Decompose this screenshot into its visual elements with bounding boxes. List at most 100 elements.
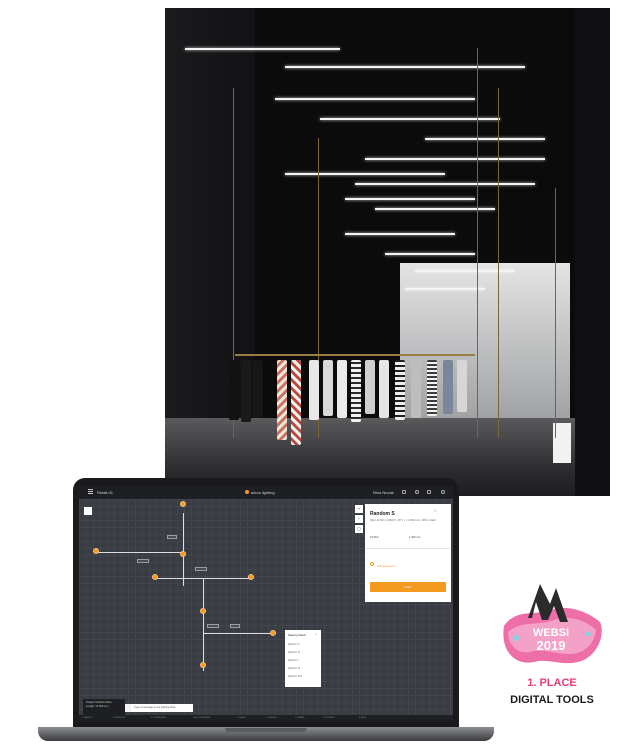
dropdown-option[interactable]: Random M (288, 651, 300, 654)
dropdown-header: Select product (288, 633, 306, 637)
brand-name: arkos lighting (251, 490, 275, 495)
light-bar (355, 183, 535, 185)
garment (427, 360, 437, 416)
product-description: DALI 10 W/m | 3000 K | 20° | L = 2 800 m… (370, 519, 436, 522)
luminaire-node[interactable] (180, 501, 186, 507)
garment (395, 360, 405, 420)
garment (291, 360, 301, 445)
garment (351, 360, 361, 422)
light-bar (185, 48, 340, 50)
light-bar (285, 66, 525, 68)
light-bar (275, 98, 475, 100)
garment (457, 360, 467, 412)
luminaire-node[interactable] (200, 608, 206, 614)
project-length: Length: 12 540 mm (86, 705, 109, 708)
garment (337, 360, 347, 418)
product-dropdown[interactable]: Select product × Random S Random M Rando… (285, 630, 321, 687)
light-bar (385, 253, 475, 255)
photo-back-wall (400, 263, 570, 423)
luminaire-node[interactable] (200, 662, 206, 668)
luminaire-node[interactable] (248, 574, 254, 580)
language-icon[interactable] (427, 490, 431, 494)
segment-tag[interactable] (207, 624, 219, 628)
luminaire-node[interactable] (270, 630, 276, 636)
dropdown-option[interactable]: Random L (288, 659, 299, 662)
step-item[interactable]: 7 SHARE (295, 717, 304, 719)
zoom-in-icon[interactable]: + (355, 505, 363, 513)
project-name: Project: Fashion Store (86, 701, 112, 704)
app-topbar: Retail-01 arkos lighting Nina Novak (79, 486, 453, 499)
badge-year: 2019 (537, 638, 566, 653)
light-bar (285, 173, 445, 175)
dropdown-option[interactable]: Random XL (288, 667, 301, 670)
step-item[interactable]: 8 CONTACT (323, 717, 335, 719)
award-category: DIGITAL TOOLS (510, 694, 594, 706)
suspension-rod (555, 188, 556, 438)
step-item[interactable]: 6 ORDER (267, 717, 277, 719)
light-bar (345, 233, 455, 235)
light-bar (425, 138, 545, 140)
settings-icon[interactable] (441, 490, 445, 494)
garment (229, 360, 239, 420)
dropdown-option[interactable]: Random S (288, 643, 299, 646)
segment-tag[interactable] (167, 535, 177, 539)
product-panel: ≡ Random S DALI 10 W/m | 3000 K | 20° | … (365, 504, 451, 602)
panel-divider (365, 548, 451, 549)
panel-menu-icon[interactable]: ≡ (434, 508, 440, 514)
segment-tag[interactable] (137, 559, 149, 563)
light-bar (320, 118, 500, 120)
fit-view-icon[interactable]: ◻ (355, 525, 363, 533)
step-item[interactable]: 5 CABLE (237, 717, 246, 719)
garment (379, 360, 389, 418)
add-icon[interactable] (370, 562, 374, 566)
light-bar (365, 158, 545, 160)
track-line (98, 552, 184, 553)
view-tools: + − ◻ (355, 505, 363, 541)
menu-icon[interactable] (88, 489, 93, 494)
store-photo (165, 8, 610, 496)
award-place: 1. PLACE (527, 677, 577, 689)
dropdown-option[interactable]: Random XXL (288, 675, 302, 678)
award-badge: WEBSI 2019 (503, 584, 602, 664)
garment (443, 360, 453, 414)
luminaire-node[interactable] (93, 548, 99, 554)
order-button[interactable]: Order (370, 582, 446, 592)
add-tool-button[interactable] (84, 507, 92, 515)
clothing-rack (235, 354, 475, 356)
garment (309, 360, 319, 420)
track-line (203, 579, 204, 671)
close-icon[interactable]: × (315, 632, 317, 636)
track-line (183, 513, 184, 586)
garment (365, 360, 375, 414)
segment-tag[interactable] (230, 624, 240, 628)
garment (253, 360, 263, 418)
track-line (203, 633, 273, 634)
garment (277, 360, 287, 440)
step-item[interactable]: 3 CONFIGURE (151, 717, 166, 719)
step-item[interactable]: 4 ACCESSORIES (193, 717, 211, 719)
suspension-rod (477, 48, 478, 438)
badge-bubble (513, 635, 519, 641)
add-accessory-link[interactable]: Add accessory (377, 564, 395, 568)
luminaire-node[interactable] (180, 551, 186, 557)
light-bar (345, 198, 475, 200)
product-power: 24 W/m (370, 536, 379, 539)
photo-column (575, 8, 610, 496)
search-icon[interactable] (415, 490, 419, 494)
suspension-rod (498, 88, 499, 438)
segment-tag[interactable] (195, 567, 207, 571)
project-label[interactable]: Retail-01 (97, 490, 113, 495)
laptop-screen: Retail-01 arkos lighting Nina Novak Sele… (79, 486, 453, 722)
product-title: Random S (370, 511, 395, 517)
chat-input[interactable]: Type a message to our lighting team (131, 704, 193, 712)
light-bar (415, 270, 515, 272)
user-label[interactable]: Nina Novak (373, 490, 394, 495)
garment (241, 360, 251, 422)
step-item[interactable]: 1 ARKOS (83, 717, 92, 719)
zoom-out-icon[interactable]: − (355, 515, 363, 523)
garment (411, 360, 421, 418)
step-item[interactable]: 9 HELP (359, 717, 367, 719)
luminaire-node[interactable] (152, 574, 158, 580)
step-item[interactable]: 2 PRODUCT (113, 717, 126, 719)
help-icon[interactable] (402, 490, 406, 494)
